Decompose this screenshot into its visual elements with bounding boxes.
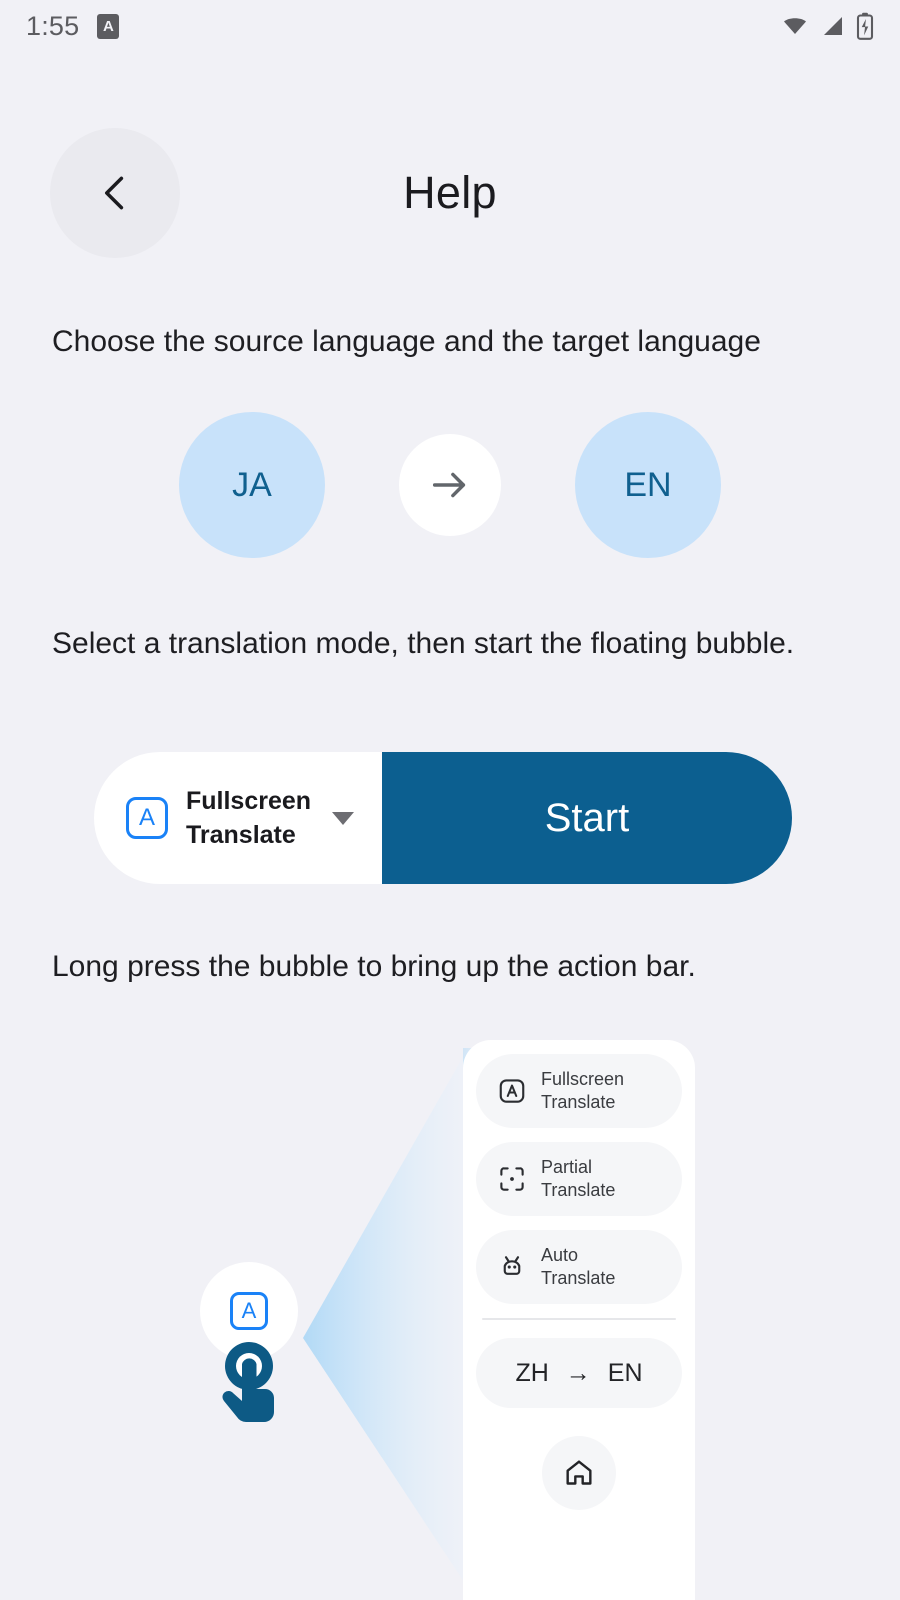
fullscreen-translate-icon — [499, 1079, 525, 1103]
fullscreen-translate-icon: A — [126, 797, 168, 839]
panel-item-line2: Translate — [541, 1268, 616, 1288]
panel-home-button[interactable] — [542, 1436, 616, 1510]
source-language-button[interactable]: JA — [179, 412, 325, 558]
status-clock: 1:55 — [26, 10, 80, 41]
panel-item-line1: Auto — [541, 1245, 579, 1265]
start-button[interactable]: Start — [382, 752, 792, 884]
panel-source-language: ZH — [515, 1358, 549, 1387]
mode-and-start-bar: A Fullscreen Translate Start — [94, 752, 792, 884]
partial-translate-icon — [500, 1167, 524, 1191]
panel-item-line2: Translate — [541, 1180, 616, 1200]
long-press-hand-icon — [222, 1342, 274, 1422]
panel-home-row — [476, 1436, 682, 1510]
panel-divider — [482, 1318, 676, 1320]
cellular-signal-icon — [824, 17, 842, 35]
app-header: Help — [0, 128, 900, 260]
swap-languages-button[interactable] — [399, 434, 501, 536]
auto-translate-icon — [503, 1256, 521, 1275]
page-title: Help — [403, 167, 497, 218]
action-bar-illustration: Fullscreen Translate Partial Translate A… — [0, 1010, 900, 1600]
panel-item-line2: Translate — [541, 1092, 616, 1112]
panel-item-partial-translate[interactable]: Partial Translate — [476, 1142, 682, 1216]
mode-label-line1: Fullscreen — [186, 787, 312, 815]
translation-mode-dropdown[interactable]: A Fullscreen Translate — [94, 752, 382, 884]
arrow-right-icon: → — [565, 1358, 591, 1387]
translate-notification-icon: A — [97, 13, 120, 39]
panel-item-fullscreen-translate[interactable]: Fullscreen Translate — [476, 1054, 682, 1128]
battery-charging-icon — [856, 12, 874, 40]
arrow-right-icon — [432, 472, 466, 498]
home-icon — [566, 1460, 592, 1485]
panel-item-line1: Partial — [541, 1157, 593, 1177]
status-bar: 1:55 A — [0, 0, 900, 52]
status-notification-icons: A — [97, 13, 120, 39]
mode-label-line2: Translate — [186, 821, 296, 849]
panel-item-label: Auto Translate — [541, 1244, 615, 1290]
caret-down-icon — [332, 811, 354, 825]
language-selector: JA EN — [0, 402, 900, 568]
language-instruction-text: Choose the source language and the targe… — [52, 325, 761, 358]
wifi-icon — [784, 18, 806, 34]
help-screen: 1:55 A Help Choose the source language a… — [0, 0, 900, 1600]
panel-language-pair-button[interactable]: ZH → EN — [476, 1338, 682, 1408]
panel-item-auto-translate[interactable]: Auto Translate — [476, 1230, 682, 1304]
mode-label: Fullscreen Translate — [186, 784, 326, 852]
panel-item-line1: Fullscreen — [541, 1069, 625, 1089]
target-language-button[interactable]: EN — [575, 412, 721, 558]
panel-item-label: Fullscreen Translate — [541, 1068, 624, 1114]
bubble-translate-icon: A — [230, 1292, 268, 1330]
longpress-instruction-text: Long press the bubble to bring up the ac… — [52, 950, 696, 983]
floating-action-panel: Fullscreen Translate Partial Translate A… — [463, 1040, 695, 1600]
status-right-icons — [780, 12, 874, 40]
panel-item-label: Partial Translate — [541, 1156, 615, 1202]
panel-target-language: EN — [607, 1358, 643, 1387]
mode-instruction-text: Select a translation mode, then start th… — [52, 627, 795, 660]
